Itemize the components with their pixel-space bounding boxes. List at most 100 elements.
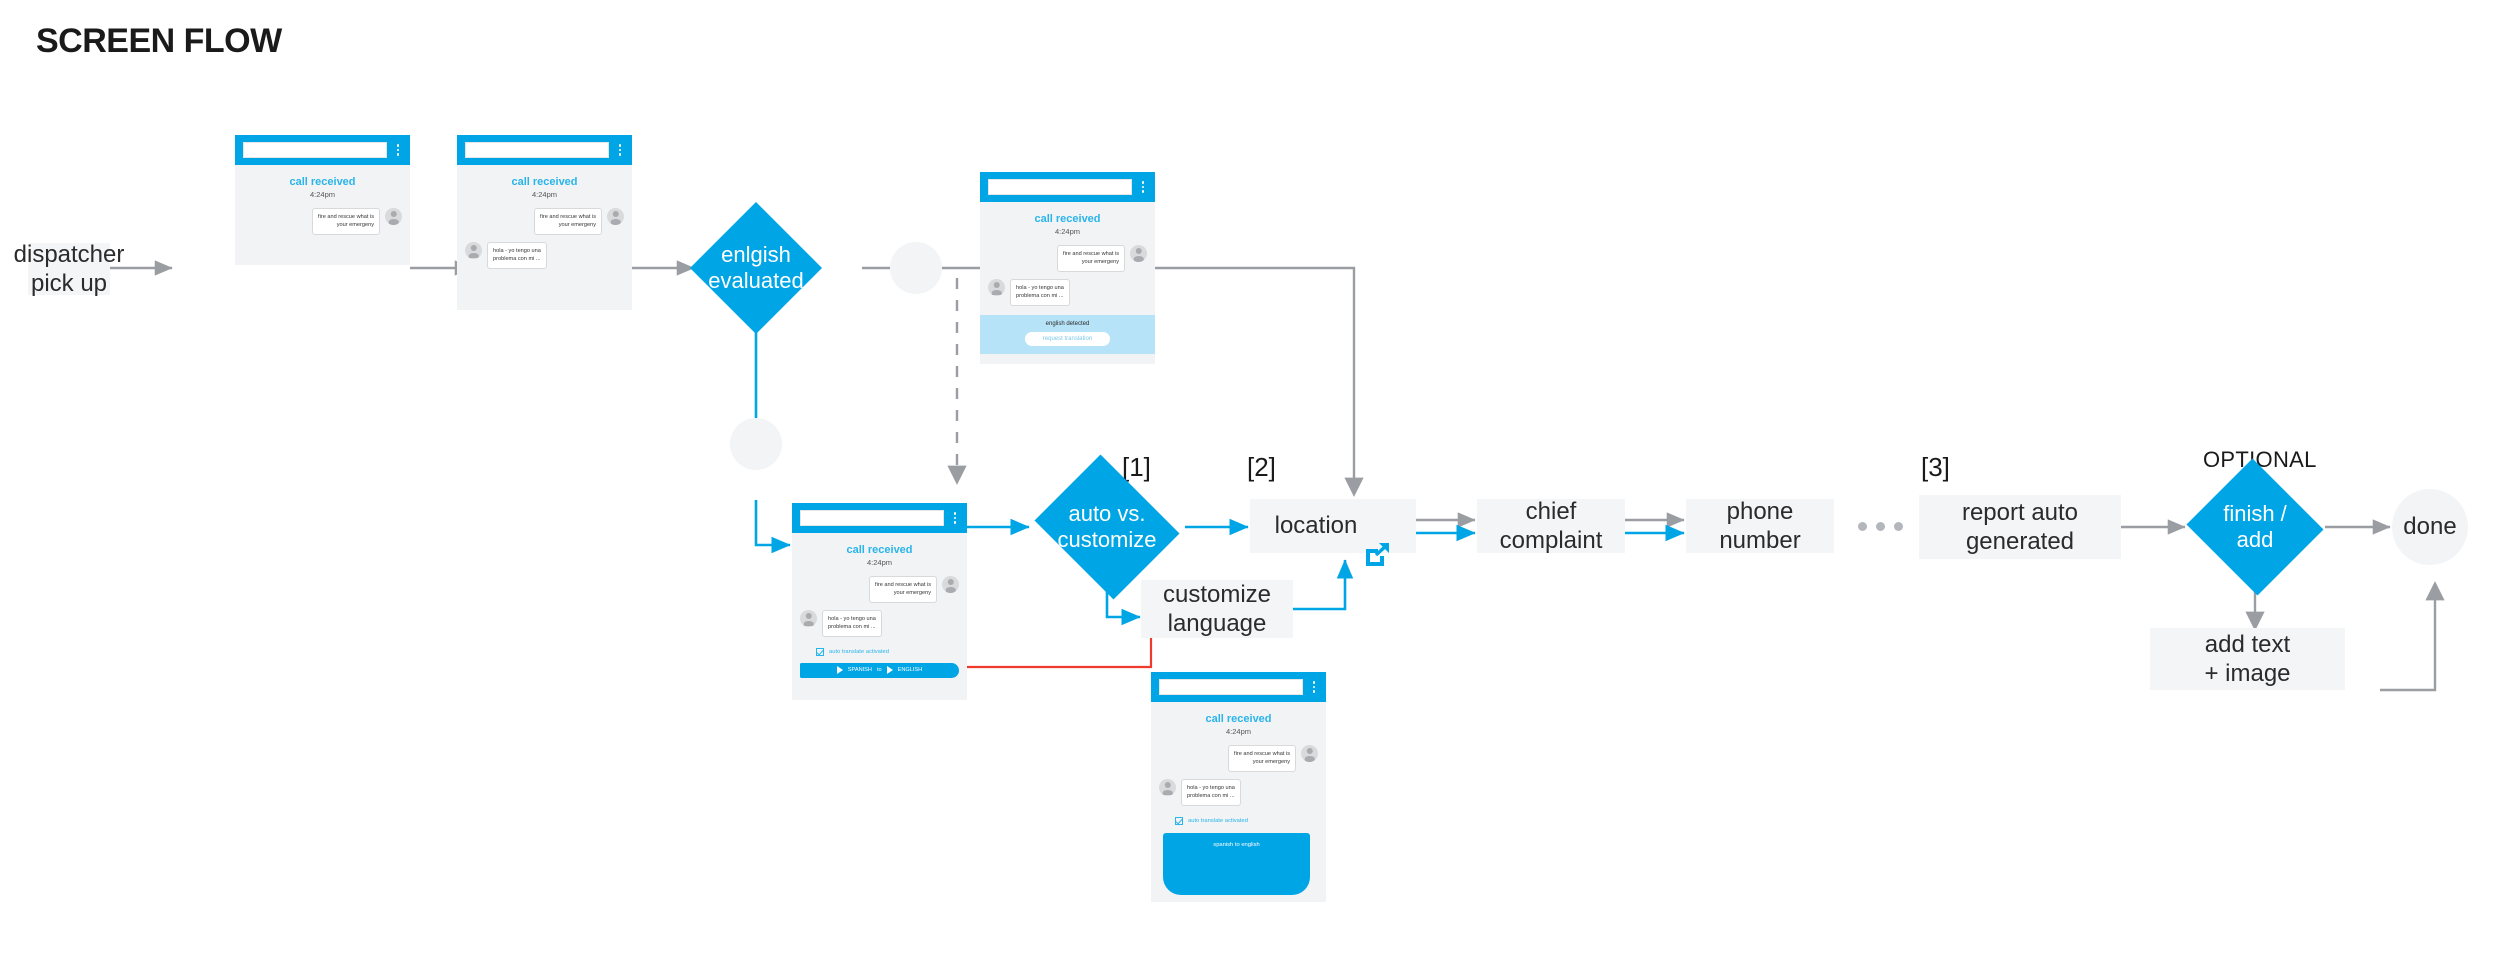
message-bubble-dispatcher: fire and rescue what is your emergeny (312, 208, 380, 235)
done-label: done (2403, 513, 2457, 540)
avatar (385, 208, 402, 225)
report-auto-generated-box[interactable]: report auto generated (1919, 495, 2121, 559)
avatar (1130, 245, 1147, 262)
english-detected-text: english detected (1045, 320, 1090, 327)
finish-add-label: finish / add (2223, 501, 2287, 552)
phone-mockup-4-auto-translate[interactable]: call received 4:24pm fire and rescue wha… (792, 503, 967, 700)
call-received-header: call received (846, 544, 913, 556)
checkbox-checked-icon[interactable] (1175, 816, 1183, 825)
phone-topbar (457, 135, 632, 165)
message-bubble-caller: hola - yo tengo una problema con mi ... (487, 241, 547, 269)
auto-translate-checkbox-row[interactable]: auto translate activated (816, 647, 967, 656)
search-input[interactable] (243, 142, 387, 158)
message-row-caller: hola - yo tengo una problema con mi ... (800, 609, 959, 637)
auto-vs-customize-label: auto vs. customize (1057, 501, 1157, 552)
add-text-image-label: add text + image (2204, 630, 2291, 687)
step-label-2: [2] (1247, 452, 1276, 482)
screen-flow-canvas: SCREEN FLOW dispatcher pick up enlgish e… (0, 0, 2500, 962)
auto-translate-label: auto translate activated (829, 648, 889, 655)
message-row-caller: hola - yo tengo una problema con mi ... (465, 241, 624, 269)
search-input[interactable] (800, 510, 944, 526)
avatar (942, 576, 959, 593)
lang-joiner-label: to (876, 667, 882, 674)
call-time: 4:24pm (309, 190, 336, 199)
phone-topbar (235, 135, 410, 165)
message-row-dispatcher: fire and rescue what is your emergeny (1159, 745, 1318, 772)
kebab-menu-icon[interactable] (1309, 681, 1319, 693)
junction-circle-upper (890, 242, 942, 294)
phone-mockup-5-spanish-to-english[interactable]: call received 4:24pm fire and rescue wha… (1151, 672, 1326, 902)
call-time: 4:24pm (1225, 727, 1252, 736)
external-link-icon[interactable] (1365, 514, 1391, 567)
location-label: location (1274, 512, 1358, 540)
kebab-menu-icon[interactable] (615, 144, 625, 156)
phone-topbar (792, 503, 967, 533)
phone-topbar (1151, 672, 1326, 702)
message-row-caller: hola - yo tengo una problema con mi ... (988, 278, 1147, 306)
auto-translate-label: auto translate activated (1188, 817, 1248, 824)
auto-vs-customize-decision[interactable]: auto vs. customize (1028, 454, 1186, 600)
call-received-header: call received (511, 176, 578, 188)
dot-1 (1858, 522, 1867, 531)
message-row-dispatcher: fire and rescue what is your emergeny (243, 208, 402, 235)
checkbox-checked-icon[interactable] (816, 647, 824, 656)
message-bubble-dispatcher: fire and rescue what is your emergeny (1057, 245, 1125, 272)
search-input[interactable] (988, 179, 1132, 195)
message-bubble-dispatcher: fire and rescue what is your emergeny (534, 208, 602, 235)
report-auto-generated-label: report auto generated (1961, 498, 2079, 555)
call-time: 4:24pm (1054, 227, 1081, 236)
spanish-to-english-label: spanish to english (1213, 841, 1260, 848)
call-time: 4:24pm (866, 558, 893, 567)
avatar (988, 278, 1005, 296)
dispatcher-pick-up-label: dispatcher pick up (13, 240, 125, 297)
search-input[interactable] (465, 142, 609, 158)
phone-topbar (980, 172, 1155, 202)
call-time: 4:24pm (531, 190, 558, 199)
step-label-3: [3] (1921, 452, 1950, 482)
kebab-menu-icon[interactable] (393, 144, 403, 156)
phone-mockup-1[interactable]: call received 4:24pm fire and rescue wha… (235, 135, 410, 265)
junction-circle-lower (730, 418, 782, 470)
kebab-menu-icon[interactable] (950, 512, 960, 524)
message-bubble-caller: hola - yo tengo una problema con mi ... (1010, 278, 1070, 306)
english-detected-panel: english detected request translation (980, 314, 1155, 354)
call-received-header: call received (289, 176, 356, 188)
location-box[interactable]: location (1250, 499, 1416, 567)
message-row-dispatcher: fire and rescue what is your emergeny (465, 208, 624, 235)
message-bubble-caller: hola - yo tengo una problema con mi ... (1181, 778, 1241, 806)
finish-add-decision[interactable]: finish / add (2184, 458, 2326, 596)
chief-complaint-box[interactable]: chief complaint (1477, 498, 1625, 554)
lang-to-label: ENGLISH (897, 667, 923, 674)
call-received-header: call received (1205, 713, 1272, 725)
phone-number-label: phone number (1719, 497, 1801, 554)
message-bubble-dispatcher: fire and rescue what is your emergeny (869, 576, 937, 603)
english-evaluated-decision[interactable]: enlgish evaluated (690, 202, 822, 334)
auto-translate-checkbox-row[interactable]: auto translate activated (1175, 816, 1326, 825)
request-translation-button[interactable]: request translation (1024, 331, 1111, 346)
english-evaluated-label: enlgish evaluated (708, 242, 804, 293)
done-terminator[interactable]: done (2392, 489, 2468, 565)
call-received-header: call received (1034, 213, 1101, 225)
message-row-caller: hola - yo tengo una problema con mi ... (1159, 778, 1318, 806)
spanish-to-english-panel[interactable]: spanish to english (1163, 832, 1310, 895)
avatar (1301, 745, 1318, 762)
phone-number-box[interactable]: phone number (1686, 497, 1834, 554)
kebab-menu-icon[interactable] (1138, 181, 1148, 193)
message-row-dispatcher: fire and rescue what is your emergeny (800, 576, 959, 603)
play-triangle-icon-2 (886, 666, 893, 675)
search-input[interactable] (1159, 679, 1303, 695)
message-bubble-dispatcher: fire and rescue what is your emergeny (1228, 745, 1296, 772)
ellipsis-indicator (1858, 522, 1903, 531)
dispatcher-pick-up-box[interactable]: dispatcher pick up (14, 241, 125, 297)
avatar (1159, 778, 1176, 796)
avatar (800, 609, 817, 627)
phone-mockup-3-english-detected[interactable]: call received 4:24pm fire and rescue wha… (980, 172, 1155, 364)
lang-from-label: SPANISH (847, 667, 872, 674)
avatar (465, 241, 482, 259)
add-text-image-box[interactable]: add text + image (2150, 628, 2345, 690)
message-bubble-caller: hola - yo tengo una problema con mi ... (822, 609, 882, 637)
phone-mockup-2[interactable]: call received 4:24pm fire and rescue wha… (457, 135, 632, 310)
dot-2 (1876, 522, 1885, 531)
dot-3 (1894, 522, 1903, 531)
language-direction-bar[interactable]: SPANISH to ENGLISH (800, 662, 959, 678)
